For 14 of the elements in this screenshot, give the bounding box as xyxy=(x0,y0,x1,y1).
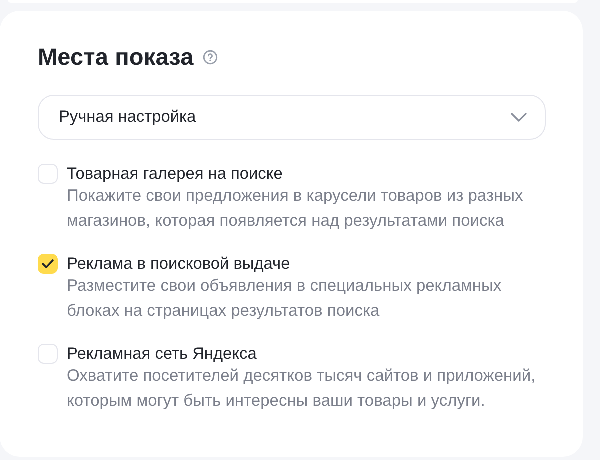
checkbox[interactable] xyxy=(38,164,58,184)
help-icon[interactable] xyxy=(202,50,218,64)
checkbox[interactable] xyxy=(38,344,58,364)
option-label[interactable]: Рекламная сеть Яндекса xyxy=(67,344,547,364)
checkbox[interactable] xyxy=(38,254,58,274)
chevron-down-icon xyxy=(511,113,527,122)
option-label[interactable]: Реклама в поисковой выдаче xyxy=(67,254,547,274)
option-label[interactable]: Товарная галерея на поиске xyxy=(67,164,547,184)
check-icon xyxy=(42,259,54,269)
option-description: Разместите свои объявления в специальных рекламных блоках на страницах результатов поиска xyxy=(67,276,503,322)
option-description: Покажите свои предложения в карусели товаров из разных магазинов, которая появляется над результатами поиска xyxy=(67,186,524,232)
section-title: Места показа xyxy=(38,44,194,70)
option-description: Охватите посетителей десятков тысяч сайтов и приложений, которым могут быть интересны ваши товары и услуги. xyxy=(67,366,537,412)
placement-dropdown[interactable]: Ручная настройка xyxy=(38,95,546,140)
